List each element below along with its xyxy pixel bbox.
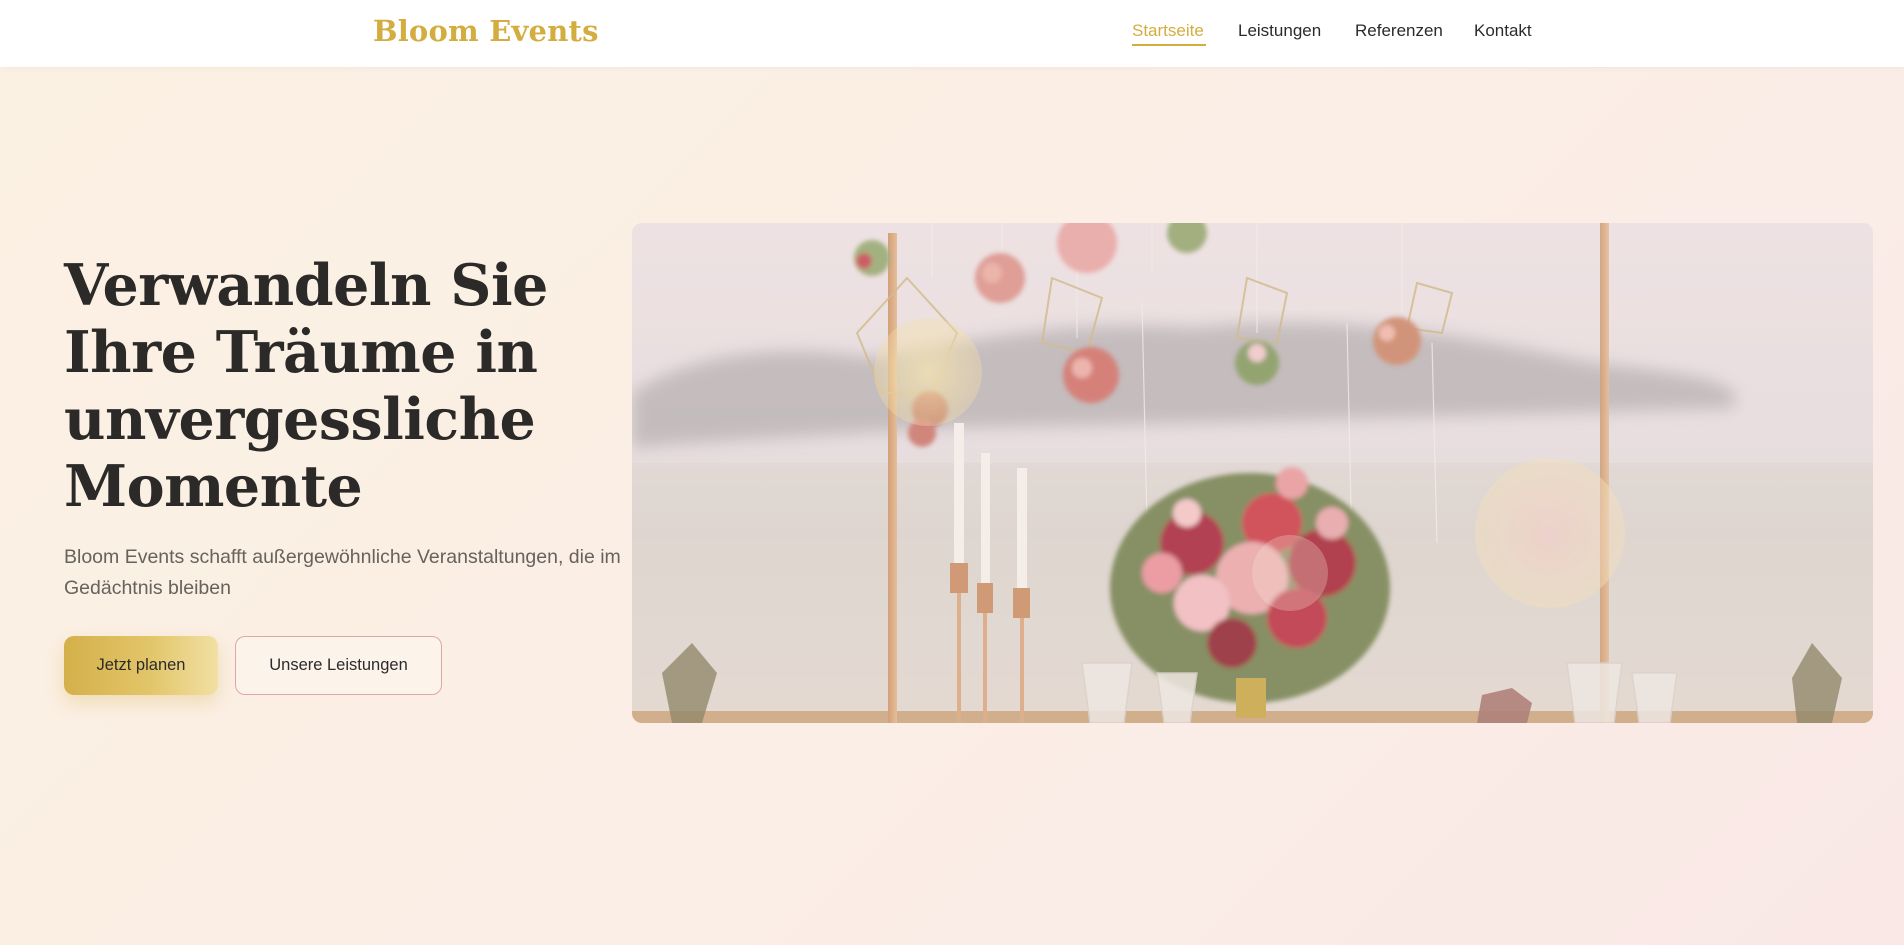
nav-item-kontakt[interactable]: Kontakt xyxy=(1474,21,1532,41)
nav-item-startseite[interactable]: Startseite xyxy=(1132,21,1204,41)
hero-headline: Verwandeln Sie Ihre Träume in unvergessl… xyxy=(64,252,548,520)
our-services-button[interactable]: Unsere Leistungen xyxy=(235,636,442,695)
nav-active-underline xyxy=(1132,44,1206,46)
main-nav: Startseite Leistungen Referenzen Kontakt xyxy=(0,21,1904,51)
hero-image xyxy=(632,223,1873,723)
nav-item-leistungen[interactable]: Leistungen xyxy=(1238,21,1321,41)
hero-subtitle: Bloom Events schafft außergewöhnliche Ve… xyxy=(64,546,621,599)
wedding-table-illustration xyxy=(632,223,1873,723)
site-header: Bloom Events Startseite Leistungen Refer… xyxy=(0,0,1904,67)
plan-now-button[interactable]: Jetzt planen xyxy=(64,636,218,695)
nav-item-referenzen[interactable]: Referenzen xyxy=(1355,21,1443,41)
